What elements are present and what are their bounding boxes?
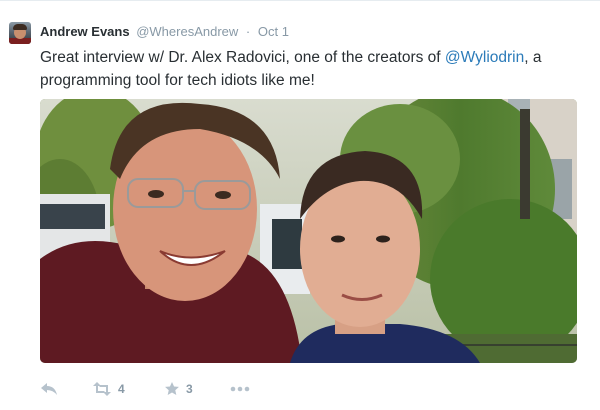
- author-handle[interactable]: @WheresAndrew: [136, 24, 238, 39]
- star-icon: [165, 382, 179, 395]
- tweet-text: Great interview w/ Dr. Alex Radovici, on…: [40, 46, 585, 92]
- reply-button[interactable]: [40, 380, 58, 398]
- retweet-button[interactable]: 4: [92, 380, 125, 398]
- retweet-icon: [93, 382, 111, 396]
- more-button[interactable]: [230, 380, 250, 398]
- avatar[interactable]: [9, 22, 31, 44]
- tweet-text-part1: Great interview w/ Dr. Alex Radovici, on…: [40, 49, 445, 66]
- divider: [0, 0, 600, 1]
- mention-link[interactable]: @Wyliodrin: [445, 49, 524, 66]
- photo-illustration: [40, 99, 577, 363]
- tweet-card: Andrew Evans @WheresAndrew · Oct 1 Great…: [0, 0, 600, 410]
- tweet-date[interactable]: Oct 1: [258, 24, 289, 39]
- header-separator: ·: [245, 24, 251, 39]
- tweet-header: Andrew Evans @WheresAndrew · Oct 1: [40, 24, 289, 40]
- reply-icon: [41, 383, 57, 395]
- tweet-actions: 4 3: [40, 380, 340, 398]
- author-display-name[interactable]: Andrew Evans: [40, 24, 130, 39]
- more-dots-icon: [230, 386, 250, 392]
- retweet-count: 4: [118, 382, 125, 396]
- favorite-count: 3: [186, 382, 193, 396]
- tweet-photo[interactable]: [40, 99, 577, 363]
- favorite-button[interactable]: 3: [164, 380, 193, 398]
